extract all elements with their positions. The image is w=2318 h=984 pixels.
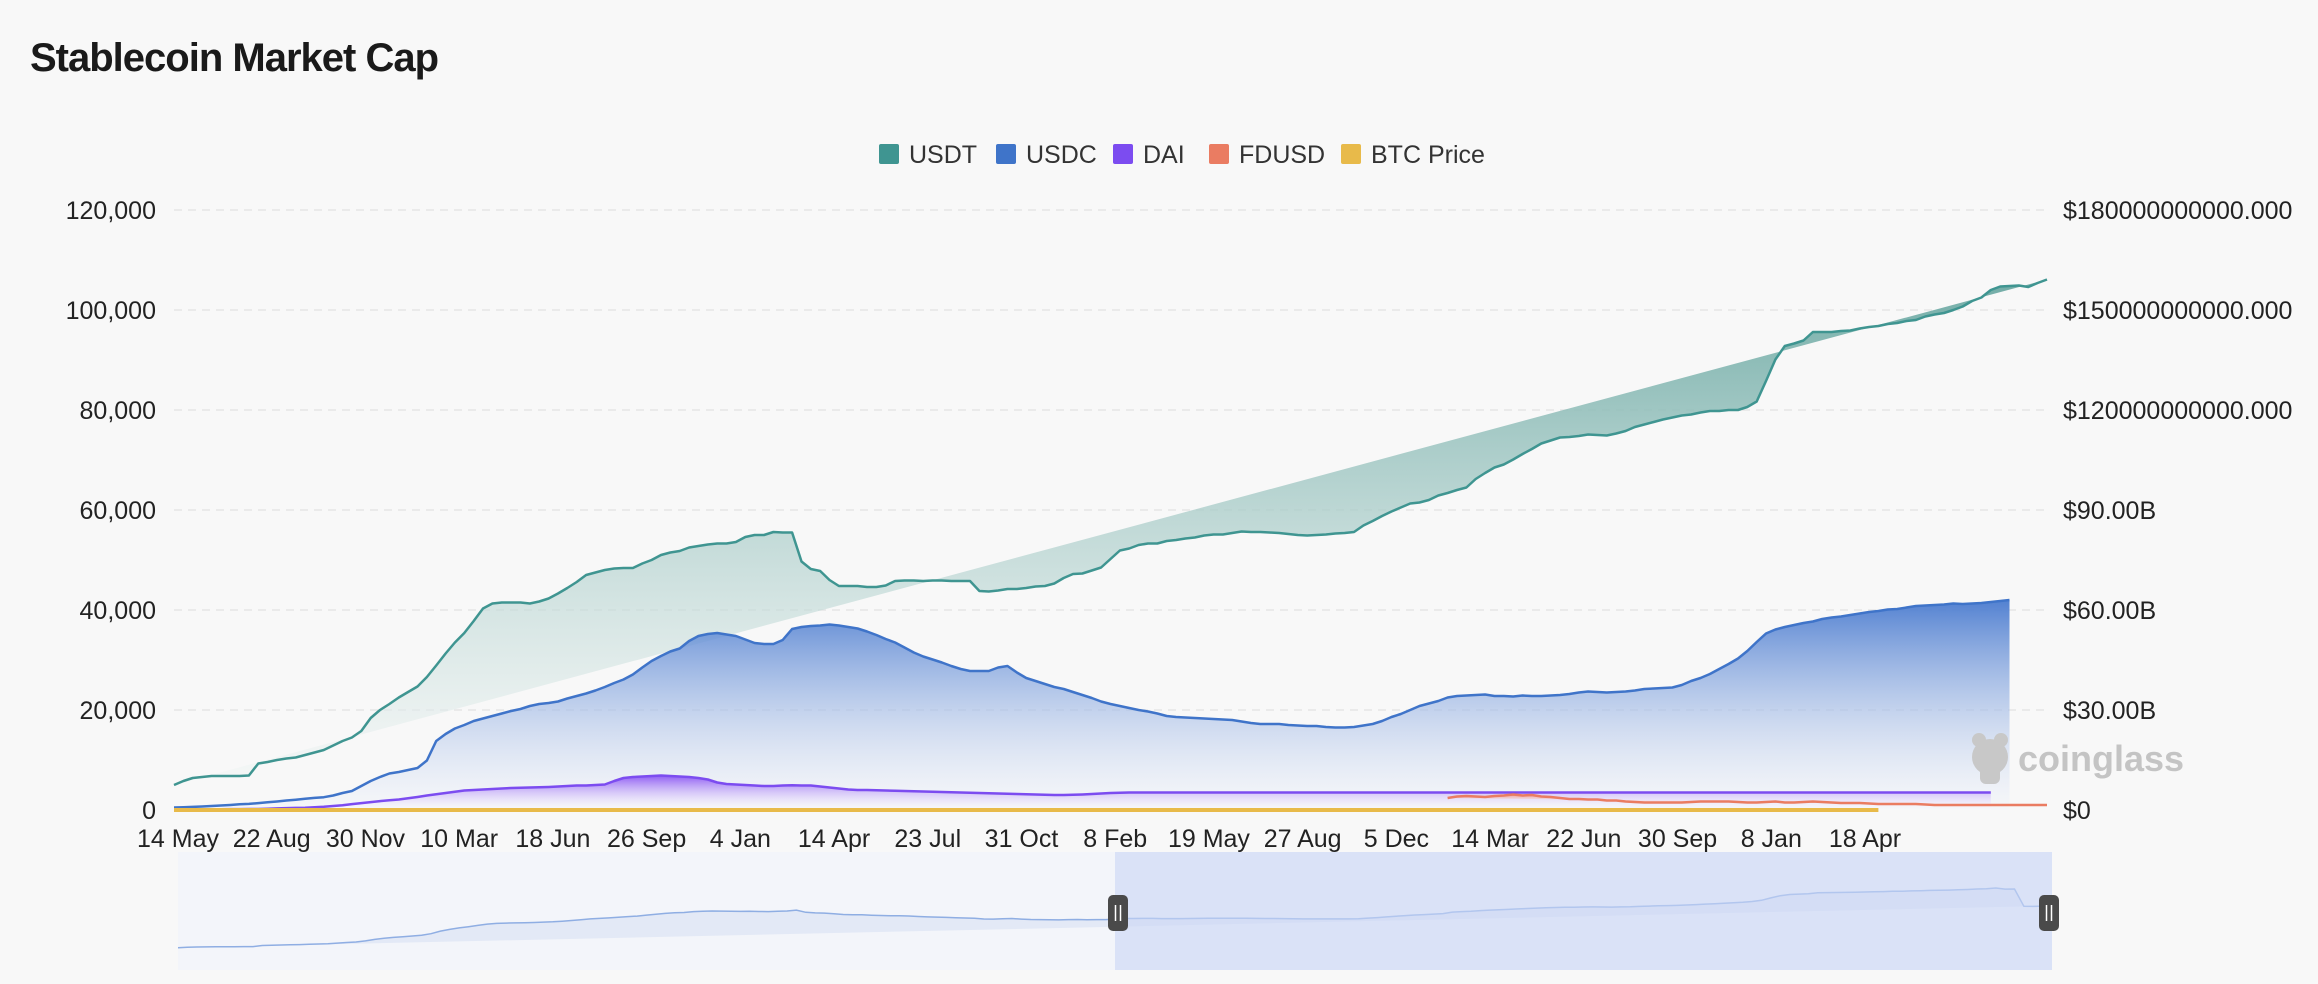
legend-label: DAI bbox=[1143, 141, 1185, 169]
left-axis-tick-label: 0 bbox=[142, 797, 156, 825]
x-axis-tick-label: 27 Aug bbox=[1264, 825, 1342, 853]
navigator-right-handle[interactable] bbox=[2039, 895, 2059, 931]
x-axis-tick-label: 26 Sep bbox=[607, 825, 686, 853]
legend[interactable]: USDT USDC DAI FDUSD BTC Price bbox=[879, 141, 1485, 169]
x-axis-tick-label: 14 Mar bbox=[1451, 825, 1529, 853]
x-axis-tick-label: 31 Oct bbox=[985, 825, 1059, 853]
legend-item-btc-price[interactable]: BTC Price bbox=[1341, 141, 1485, 169]
x-axis-tick-label: 23 Jul bbox=[894, 825, 961, 853]
x-axis-tick-label: 10 Mar bbox=[420, 825, 498, 853]
legend-label: USDT bbox=[909, 141, 977, 169]
legend-label: BTC Price bbox=[1371, 141, 1485, 169]
legend-label: FDUSD bbox=[1239, 141, 1325, 169]
navigator-selection[interactable] bbox=[1115, 852, 2052, 970]
x-axis-tick-label: 5 Dec bbox=[1364, 825, 1429, 853]
legend-swatch bbox=[1113, 144, 1133, 164]
right-axis-tick-label: $30.00B bbox=[2063, 697, 2156, 725]
left-axis-tick-label: 20,000 bbox=[80, 697, 156, 725]
left-axis-tick-label: 100,000 bbox=[66, 297, 156, 325]
legend-swatch bbox=[996, 144, 1016, 164]
x-axis-tick-label: 30 Nov bbox=[326, 825, 406, 853]
legend-item-fdusd[interactable]: FDUSD bbox=[1209, 141, 1325, 169]
watermark-text: coinglass bbox=[2018, 738, 2184, 779]
legend-swatch bbox=[1341, 144, 1361, 164]
x-axis-tick-label: 8 Jan bbox=[1741, 825, 1802, 853]
x-axis-tick-label: 14 May bbox=[137, 825, 219, 853]
range-navigator[interactable] bbox=[177, 852, 2059, 970]
navigator-left-handle[interactable] bbox=[1108, 895, 1128, 931]
chart: 0 20,000 40,000 60,000 80,000 100,000 120,000 $… bbox=[66, 141, 2292, 970]
x-axis-tick-label: 19 May bbox=[1168, 825, 1250, 853]
series-areas bbox=[173, 278, 2048, 811]
left-axis-tick-label: 120,000 bbox=[66, 197, 156, 225]
right-axis-tick-label: $120000000000.000 bbox=[2063, 397, 2292, 425]
left-axis-tick-label: 40,000 bbox=[80, 597, 156, 625]
right-axis-tick-label: $0 bbox=[2063, 797, 2091, 825]
right-axis-tick-label: $90.00B bbox=[2063, 497, 2156, 525]
x-axis-tick-label: 30 Sep bbox=[1638, 825, 1717, 853]
x-axis-tick-label: 14 Apr bbox=[798, 825, 870, 853]
legend-label: USDC bbox=[1026, 141, 1097, 169]
x-axis-tick-label: 18 Jun bbox=[515, 825, 590, 853]
legend-item-usdc[interactable]: USDC bbox=[996, 141, 1097, 169]
legend-item-usdt[interactable]: USDT bbox=[879, 141, 977, 169]
x-axis-tick-label: 22 Aug bbox=[233, 825, 311, 853]
legend-swatch bbox=[879, 144, 899, 164]
legend-item-dai[interactable]: DAI bbox=[1113, 141, 1185, 169]
left-axis-tick-label: 60,000 bbox=[80, 497, 156, 525]
left-axis-tick-label: 80,000 bbox=[80, 397, 156, 425]
right-axis-tick-label: $60.00B bbox=[2063, 597, 2156, 625]
x-axis-tick-label: 22 Jun bbox=[1546, 825, 1621, 853]
right-axis-tick-label: $150000000000.000 bbox=[2063, 297, 2292, 325]
x-axis-tick-label: 8 Feb bbox=[1083, 825, 1147, 853]
x-axis-tick-label: 4 Jan bbox=[710, 825, 771, 853]
right-axis-tick-label: $180000000000.000 bbox=[2063, 197, 2292, 225]
legend-swatch bbox=[1209, 144, 1229, 164]
x-axis-tick-label: 18 Apr bbox=[1829, 825, 1901, 853]
